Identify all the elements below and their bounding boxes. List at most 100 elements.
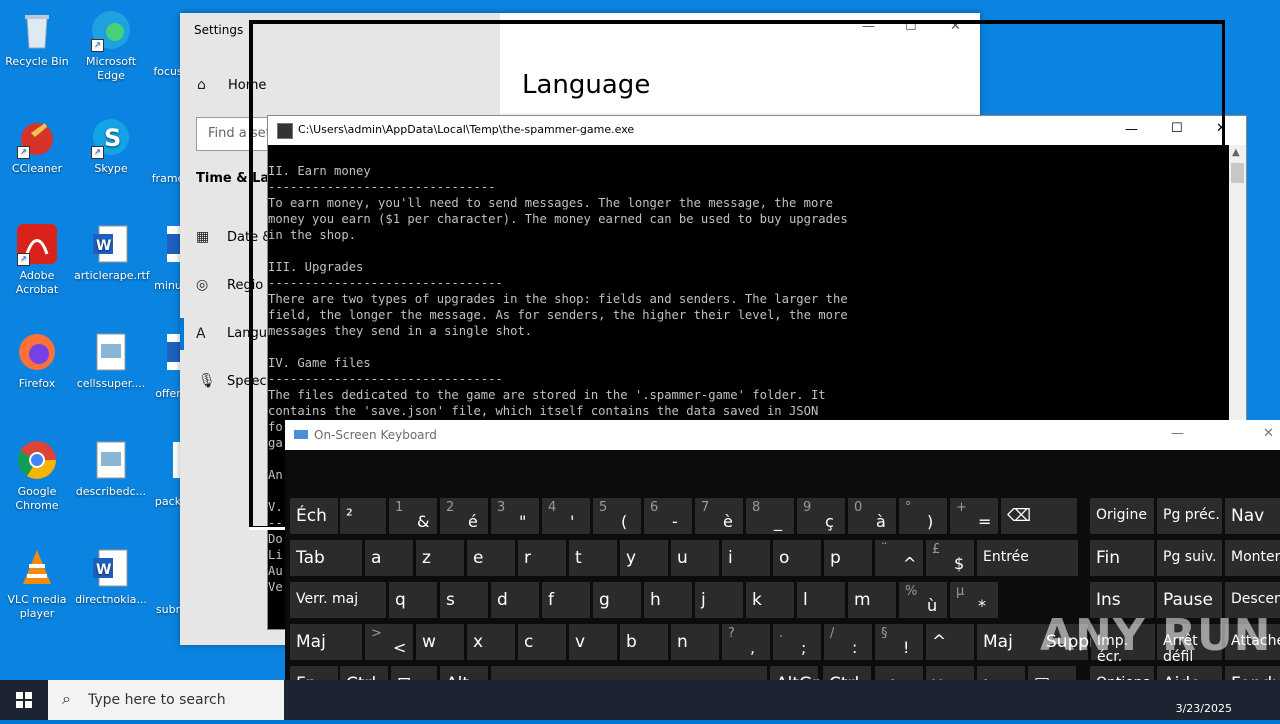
osk-key[interactable]: Tab (290, 540, 362, 576)
osk-key[interactable]: s (440, 582, 488, 618)
osk-key[interactable]: ?, (722, 624, 770, 660)
osk-key[interactable]: .; (773, 624, 821, 660)
osk-key[interactable]: 0à (848, 498, 896, 534)
desktop-icon-ccleaner[interactable]: ↗ CCleaner (0, 115, 74, 176)
scroll-up-arrow-icon[interactable]: ▲ (1232, 147, 1240, 158)
settings-home-link[interactable]: Home (228, 78, 266, 93)
osk-key[interactable]: m (848, 582, 896, 618)
osk-key[interactable]: Monter (1225, 540, 1280, 576)
osk-key[interactable]: 3 " (491, 498, 539, 534)
osk-key[interactable]: Pg suiv. (1157, 540, 1222, 576)
desktop-icon-firefox[interactable]: Firefox (0, 330, 74, 391)
desktop-icon-edge[interactable]: ↗ Microsoft Edge (74, 8, 148, 83)
svg-text:W: W (96, 562, 111, 578)
desktop-icon-articlerape[interactable]: W articlerape.rtf (74, 222, 150, 283)
desktop-icon-vlc[interactable]: VLC media player (0, 546, 74, 621)
osk-key[interactable]: + = (950, 498, 998, 534)
key-label: s (446, 590, 455, 610)
osk-key[interactable]: Nav (1225, 498, 1280, 534)
osk-key[interactable]: 4 ' (542, 498, 590, 534)
osk-key[interactable]: §! (875, 624, 923, 660)
settings-maximize-button[interactable]: ☐ (905, 19, 917, 34)
osk-key[interactable]: u (671, 540, 719, 576)
osk-key[interactable]: c (518, 624, 566, 660)
osk-key[interactable]: Fin (1090, 540, 1154, 576)
key-label: ⌫ (1007, 506, 1032, 526)
desktop-icon-directnokia[interactable]: W directnokia... (74, 546, 148, 607)
globe-icon: ◎ (196, 277, 209, 293)
osk-key[interactable]: v (569, 624, 617, 660)
osk-key[interactable]: 6- (644, 498, 692, 534)
desktop-icon-acrobat[interactable]: ↗ Adobe Acrobat (0, 222, 74, 297)
osk-key[interactable]: g (593, 582, 641, 618)
file-icon (153, 8, 183, 52)
osk-key[interactable]: Origine (1090, 498, 1154, 534)
osk-key[interactable]: % ù (899, 582, 947, 618)
desktop-icon-chrome[interactable]: Google Chrome (0, 438, 74, 513)
osk-key[interactable]: b (620, 624, 668, 660)
desktop-icon-recycle-bin[interactable]: Recycle Bin (0, 8, 74, 69)
image-file-icon (89, 330, 133, 374)
osk-key[interactable]: > < (365, 624, 413, 660)
osk-key[interactable]: ⌫ (1001, 498, 1077, 534)
osk-key[interactable]: j (695, 582, 743, 618)
osk-key[interactable]: £ $ (926, 540, 974, 576)
nav-speech[interactable]: Speec (227, 374, 267, 389)
osk-key[interactable]: z (416, 540, 464, 576)
osk-key[interactable]: 5( (593, 498, 641, 534)
osk-key[interactable]: i (722, 540, 770, 576)
console-maximize-button[interactable]: ☐ (1171, 121, 1183, 136)
osk-key[interactable]: 7è (695, 498, 743, 534)
desktop-icon-cellssuper[interactable]: cellssuper.... (74, 330, 148, 391)
osk-key[interactable]: 9ç (797, 498, 845, 534)
vlc-icon (15, 546, 59, 590)
osk-key[interactable]: 8 _ (746, 498, 794, 534)
osk-key[interactable]: d (491, 582, 539, 618)
start-button[interactable] (0, 680, 48, 720)
osk-key[interactable]: /: (824, 624, 872, 660)
osk-key[interactable]: Entrée (977, 540, 1078, 576)
osk-key[interactable]: w (416, 624, 464, 660)
osk-key[interactable]: r (518, 540, 566, 576)
osk-key[interactable]: Maj (290, 624, 362, 660)
nav-region[interactable]: Regio (227, 278, 263, 293)
osk-key[interactable]: 1 & (389, 498, 437, 534)
osk-key[interactable]: Verr. maj (290, 582, 386, 618)
taskbar-search-box[interactable]: ⌕ Type here to search (48, 680, 284, 720)
settings-minimize-button[interactable]: — (862, 19, 875, 34)
osk-key[interactable]: ¨ ^ (875, 540, 923, 576)
osk-key[interactable]: Pg préc. (1157, 498, 1222, 534)
scrollbar-thumb[interactable] (1231, 163, 1244, 183)
osk-key[interactable]: ^ (926, 624, 974, 660)
osk-key[interactable]: e (467, 540, 515, 576)
osk-key[interactable]: y (620, 540, 668, 576)
osk-key[interactable]: f (542, 582, 590, 618)
nav-date-time[interactable]: Date & (227, 230, 272, 245)
settings-close-button[interactable]: ✕ (950, 19, 961, 34)
osk-key[interactable]: 2é (440, 498, 488, 534)
osk-key[interactable]: µ * (950, 582, 998, 618)
osk-title: On-Screen Keyboard (314, 428, 437, 442)
osk-key[interactable]: o (773, 540, 821, 576)
osk-minimize-button[interactable]: — (1171, 426, 1184, 441)
osk-key[interactable]: n (671, 624, 719, 660)
chrome-icon (15, 438, 59, 482)
osk-key[interactable]: Éch (290, 498, 338, 534)
osk-key[interactable]: t (569, 540, 617, 576)
console-app-icon (277, 123, 293, 139)
osk-key[interactable]: l (797, 582, 845, 618)
osk-key[interactable]: x (467, 624, 515, 660)
nav-language[interactable]: Langu (227, 326, 267, 341)
key-label: x (473, 632, 484, 652)
desktop-icon-skype[interactable]: S ↗ Skype (74, 115, 148, 176)
osk-key[interactable]: q (389, 582, 437, 618)
desktop-icon-describedc[interactable]: describedc... (74, 438, 148, 499)
osk-key[interactable]: °) (899, 498, 947, 534)
osk-key[interactable]: k (746, 582, 794, 618)
osk-close-button[interactable]: ✕ (1263, 426, 1274, 441)
osk-key[interactable]: ² (340, 498, 386, 534)
osk-key[interactable]: p (824, 540, 872, 576)
osk-key[interactable]: a (365, 540, 413, 576)
console-minimize-button[interactable]: — (1125, 122, 1138, 137)
osk-key[interactable]: h (644, 582, 692, 618)
